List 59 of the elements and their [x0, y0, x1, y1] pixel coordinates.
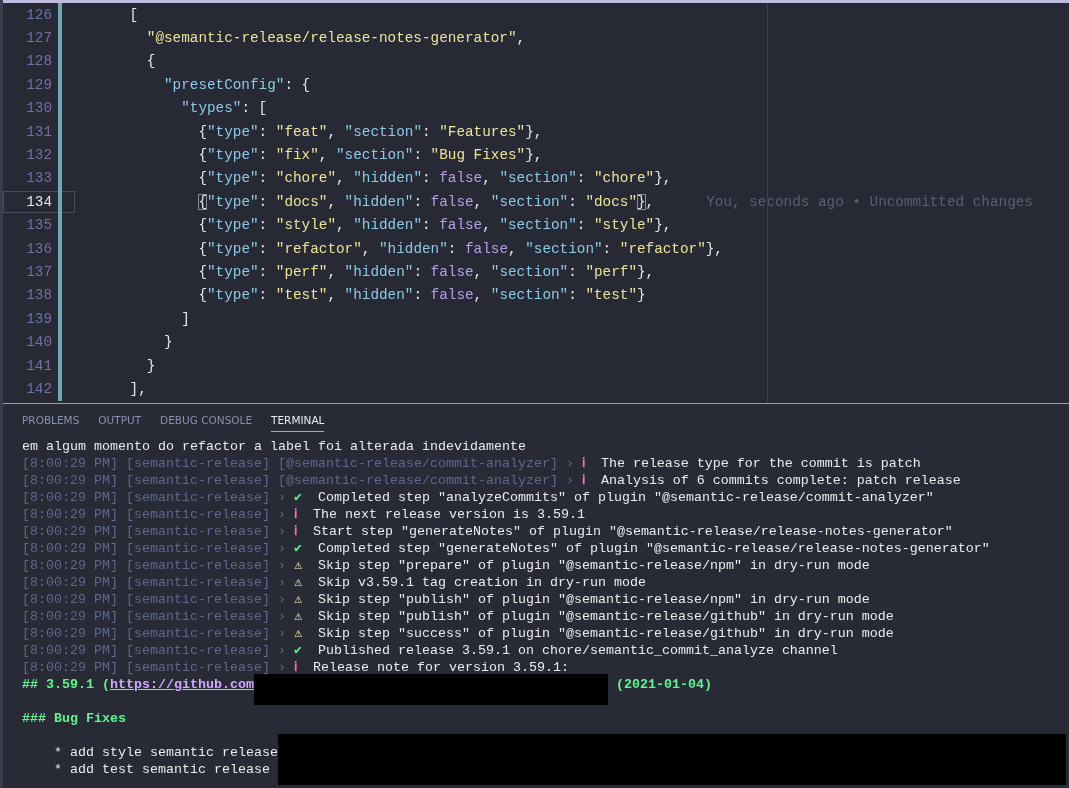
line-number: 132	[25, 146, 53, 166]
code-line: {"type": "fix", "section": "Bug Fixes"},	[197, 147, 543, 164]
code-line: {"type": "perf", "hidden": false, "section": "perf"},	[197, 264, 655, 280]
markdown-heading: ## 3.59.1 (	[22, 676, 110, 693]
line-number: 129	[25, 75, 53, 95]
log-line: [8:00:29 PM] [semantic-release] › ✔ Completed step "analyzeCommits" of plugin "@semantic-release/commit-analyzer"	[22, 489, 935, 506]
panel-tab[interactable]: DEBUG CONSOLE	[160, 414, 253, 432]
line-number: 138	[25, 286, 53, 306]
line-number: 137	[25, 263, 53, 282]
code-line: "@semantic-release/release-notes-generator",	[145, 30, 526, 47]
log-line: [8:00:29 PM] [semantic-release] › ⚠ Skip step "prepare" of plugin "@semantic-release/npm" in dry-run mode	[22, 557, 871, 574]
code-line: }	[145, 357, 156, 374]
code-line: "types": [	[180, 100, 268, 117]
line-number: 128	[25, 52, 53, 72]
log-line: [8:00:29 PM] [semantic-release] [@semantic-release/commit-analyzer] › ℹ The release type for the commit is patch	[22, 455, 922, 472]
line-number: 139	[25, 309, 53, 329]
line-number: 141	[25, 356, 53, 376]
code-line: {	[145, 53, 156, 70]
bullet-item: * add style semantic release	[54, 744, 278, 761]
code-line: {"type": "chore", "hidden": false, "section": "chore"},	[197, 170, 672, 187]
line-number: 133	[25, 169, 53, 189]
release-date: (2021-01-04)	[614, 676, 712, 693]
log-line: [8:00:29 PM] [semantic-release] › ⚠ Skip step "publish" of plugin "@semantic-release/github" in dry-run mode	[22, 608, 895, 625]
log-line: [8:00:29 PM] [semantic-release] [@semantic-release/commit-analyzer] › ℹ Analysis of 6 commits complete: patch release	[22, 472, 962, 489]
code-line: "presetConfig": {	[163, 76, 311, 93]
code-line: {"type": "style", "hidden": false, "section": "style"},	[197, 217, 672, 234]
line-number: 140	[25, 333, 53, 353]
line-number: 127	[25, 29, 53, 49]
code-line: {"type": "docs", "hidden": false, "section": "docs"},	[197, 193, 655, 210]
log-line: [8:00:29 PM] [semantic-release] › ✔ Published release 3.59.1 on chore/semantic_commit_analyze channel	[22, 642, 839, 659]
code-line: ],	[128, 380, 147, 397]
panel-tab[interactable]: OUTPUT	[98, 414, 142, 432]
log-line: [8:00:29 PM] [semantic-release] › ⚠ Skip step "publish" of plugin "@semantic-release/npm" in dry-run mode	[22, 591, 871, 608]
release-link[interactable]: https://github.com	[110, 676, 254, 693]
panel-tab[interactable]: TERMINAL	[271, 414, 325, 432]
terminal-line: em algum momento do refactor a label foi alterada indevidamente	[22, 438, 527, 455]
section-heading: ### Bug Fixes	[22, 710, 127, 727]
line-number: 134	[3, 190, 75, 213]
panel-tab[interactable]: PROBLEMS	[22, 414, 80, 432]
line-number: 126	[25, 5, 53, 25]
log-line: [8:00:29 PM] [semantic-release] › ⚠ Skip step "success" of plugin "@semantic-release/github" in dry-run mode	[22, 625, 895, 642]
code-line: {"type": "test", "hidden": false, "section": "test"}	[197, 287, 646, 304]
line-number: 135	[25, 216, 53, 236]
log-line: [8:00:29 PM] [semantic-release] › ℹ The next release version is 3.59.1	[22, 506, 586, 523]
blame-annotation: You, seconds ago • Uncommitted changes	[706, 193, 1033, 210]
code-line: ]	[180, 310, 190, 327]
line-number: 136	[25, 239, 53, 259]
code-line: {"type": "refactor", "hidden": false, "section": "refactor"},	[197, 240, 723, 257]
log-line: [8:00:29 PM] [semantic-release] › ℹ Start step "generateNotes" of plugin "@semantic-release/release-notes-generator"	[22, 523, 954, 540]
line-number: 142	[25, 379, 53, 399]
log-line: [8:00:29 PM] [semantic-release] › ℹ Release note for version 3.59.1:	[22, 659, 570, 676]
code-line: [	[128, 6, 139, 23]
code-line: {"type": "feat", "section": "Features"},	[197, 123, 543, 140]
code-line: }	[163, 334, 173, 351]
line-number: 130	[25, 99, 53, 119]
bullet-item: * add test semantic release	[54, 761, 271, 778]
log-line: [8:00:29 PM] [semantic-release] › ⚠ Skip v3.59.1 tag creation in dry-run mode	[22, 574, 647, 591]
log-line: [8:00:29 PM] [semantic-release] › ✔ Completed step "generateNotes" of plugin "@semantic-release/release-notes-generator"	[22, 540, 991, 557]
line-number: 131	[25, 122, 53, 142]
